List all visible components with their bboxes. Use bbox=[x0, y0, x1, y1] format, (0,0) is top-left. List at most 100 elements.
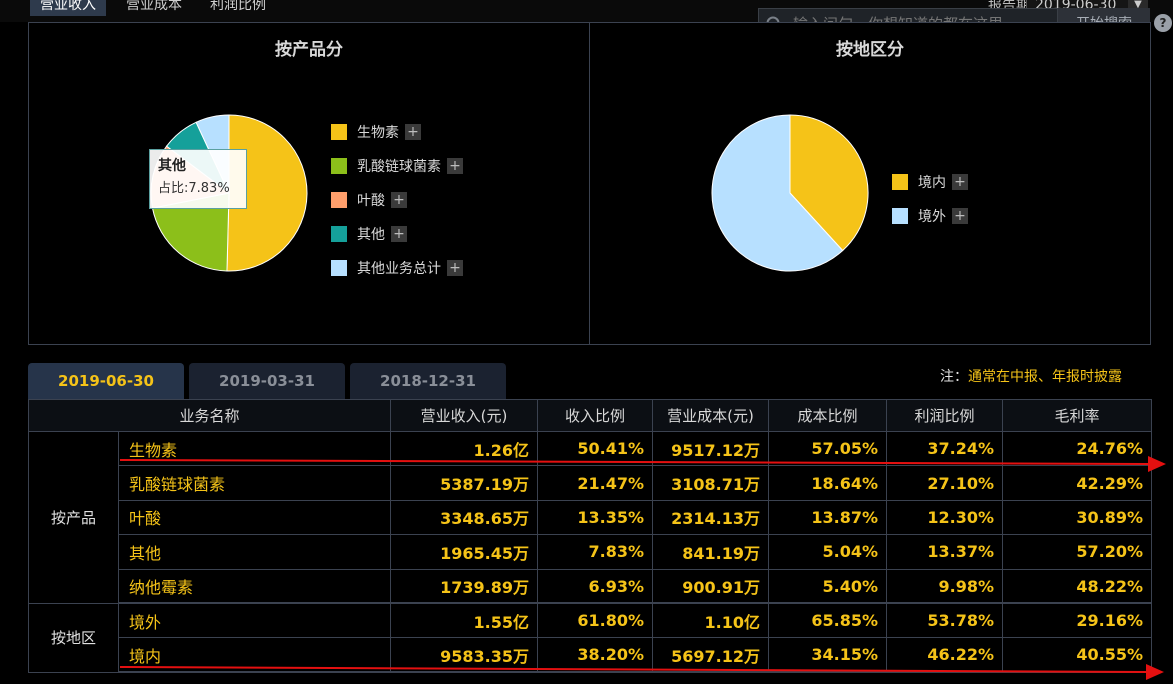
plus-icon[interactable]: + bbox=[405, 124, 421, 140]
legend-label: 叶酸 bbox=[357, 193, 385, 209]
value-cell: 7.83% bbox=[537, 534, 654, 570]
legend-item[interactable]: 境内 + bbox=[892, 165, 968, 199]
value-cell: 5697.12万 bbox=[652, 637, 770, 674]
table-row[interactable]: 乳酸链球菌素 5387.19万 21.47% 3108.71万 18.64% 27.10%… bbox=[29, 465, 1153, 501]
value-cell: 3108.71万 bbox=[652, 465, 770, 501]
value-cell: 9.98% bbox=[886, 568, 1004, 605]
business-name-cell[interactable]: 生物素 bbox=[117, 430, 392, 467]
header-revenue[interactable]: 营业收入(元) bbox=[390, 399, 539, 432]
business-name-cell[interactable]: 叶酸 bbox=[117, 499, 392, 536]
value-cell: 29.16% bbox=[1002, 602, 1153, 639]
product-chart-panel: 按产品分 生物素 + 乳酸链球菌素 + 叶酸 + 其他 + 其他业务总计 + 其他 占比:7.83… bbox=[28, 22, 590, 345]
legend-label: 其他业务总计 bbox=[357, 261, 441, 277]
legend-swatch bbox=[892, 174, 908, 190]
business-table: 业务名称 营业收入(元) 收入比例 营业成本(元) 成本比例 利润比例 毛利率 … bbox=[27, 399, 1153, 674]
value-cell: 1739.89万 bbox=[390, 568, 539, 605]
value-cell: 12.30% bbox=[886, 499, 1004, 536]
region-chart-title: 按地区分 bbox=[836, 40, 904, 60]
value-cell: 5387.19万 bbox=[390, 465, 539, 501]
product-chart-title: 按产品分 bbox=[275, 40, 343, 60]
legend-item[interactable]: 生物素 + bbox=[331, 115, 463, 149]
table-header-row: 业务名称 营业收入(元) 收入比例 营业成本(元) 成本比例 利润比例 毛利率 bbox=[27, 399, 1153, 432]
plus-icon[interactable]: + bbox=[447, 158, 463, 174]
legend-item[interactable]: 其他业务总计 + bbox=[331, 251, 463, 285]
value-cell: 9583.35万 bbox=[390, 637, 539, 674]
help-icon[interactable]: ? bbox=[1154, 14, 1172, 32]
plus-icon[interactable]: + bbox=[447, 260, 463, 276]
legend-swatch bbox=[331, 192, 347, 208]
header-revenue-ratio[interactable]: 收入比例 bbox=[537, 399, 654, 432]
business-name-cell[interactable]: 乳酸链球菌素 bbox=[117, 465, 392, 501]
business-name-cell[interactable]: 境内 bbox=[117, 637, 392, 674]
table-row[interactable]: 其他 1965.45万 7.83% 841.19万 5.04% 13.37% 57.20% bbox=[29, 534, 1153, 570]
tooltip-value: 占比:7.83% bbox=[158, 181, 230, 196]
region-chart-panel: 按地区分 境内 + 境外 + bbox=[589, 22, 1151, 345]
value-cell: 1.10亿 bbox=[652, 602, 770, 639]
plus-icon[interactable]: + bbox=[391, 192, 407, 208]
plus-icon[interactable]: + bbox=[952, 174, 968, 190]
value-cell: 13.37% bbox=[886, 534, 1004, 570]
date-tab-2019-03-31[interactable]: 2019-03-31 bbox=[189, 363, 345, 399]
group-label: 按产品 bbox=[28, 431, 119, 604]
header-cost[interactable]: 营业成本(元) bbox=[652, 399, 770, 432]
date-tab-2018-12-31[interactable]: 2018-12-31 bbox=[350, 363, 506, 399]
note-text: 通常在中报、年报时披露 bbox=[968, 369, 1122, 385]
legend-label: 乳酸链球菌素 bbox=[357, 159, 441, 175]
table-row[interactable]: 按地区 境外 1.55亿 61.80% 1.10亿 65.85% 53.78% 29.16% bbox=[28, 602, 1153, 673]
header-cost-ratio[interactable]: 成本比例 bbox=[768, 399, 888, 432]
value-cell: 48.22% bbox=[1002, 568, 1153, 605]
note-prefix: 注： bbox=[940, 369, 968, 385]
product-legend: 生物素 + 乳酸链球菌素 + 叶酸 + 其他 + 其他业务总计 + bbox=[331, 115, 463, 285]
legend-item[interactable]: 乳酸链球菌素 + bbox=[331, 149, 463, 183]
table-row[interactable]: 叶酸 3348.65万 13.35% 2314.13万 13.87% 12.30% 30.8… bbox=[29, 499, 1153, 536]
legend-swatch bbox=[331, 226, 347, 242]
value-cell: 1965.45万 bbox=[390, 534, 539, 570]
value-cell: 21.47% bbox=[537, 465, 654, 501]
business-name-cell[interactable]: 纳他霉素 bbox=[117, 568, 392, 605]
value-cell: 24.76% bbox=[1002, 430, 1153, 467]
header-business-name[interactable]: 业务名称 bbox=[27, 399, 392, 432]
legend-label: 其他 bbox=[357, 227, 385, 243]
tab-profit-ratio[interactable]: 利润比例 bbox=[200, 0, 276, 16]
legend-swatch bbox=[892, 208, 908, 224]
value-cell: 13.35% bbox=[537, 499, 654, 536]
value-cell: 2314.13万 bbox=[652, 499, 770, 536]
table-row[interactable]: 境内 9583.35万 38.20% 5697.12万 34.15% 46.22% 40.5… bbox=[29, 637, 1153, 674]
tab-cost[interactable]: 营业成本 bbox=[116, 0, 192, 16]
pie-tooltip: 其他 占比:7.83% bbox=[149, 149, 247, 209]
value-cell: 53.78% bbox=[886, 602, 1004, 639]
plus-icon[interactable]: + bbox=[391, 226, 407, 242]
business-name-cell[interactable]: 境外 bbox=[117, 602, 392, 639]
legend-item[interactable]: 叶酸 + bbox=[331, 183, 463, 217]
value-cell: 30.89% bbox=[1002, 499, 1153, 536]
value-cell: 50.41% bbox=[537, 430, 654, 467]
value-cell: 900.91万 bbox=[652, 568, 770, 605]
table-row[interactable]: 纳他霉素 1739.89万 6.93% 900.91万 5.40% 9.98% 48.22% bbox=[29, 568, 1153, 605]
legend-item[interactable]: 其他 + bbox=[331, 217, 463, 251]
value-cell: 3348.65万 bbox=[390, 499, 539, 536]
legend-label: 境内 bbox=[918, 175, 946, 191]
value-cell: 5.04% bbox=[768, 534, 888, 570]
legend-item[interactable]: 境外 + bbox=[892, 199, 968, 233]
value-cell: 841.19万 bbox=[652, 534, 770, 570]
value-cell: 1.55亿 bbox=[390, 602, 539, 639]
value-cell: 6.93% bbox=[537, 568, 654, 605]
header-gross-margin[interactable]: 毛利率 bbox=[1002, 399, 1153, 432]
region-pie-chart[interactable] bbox=[708, 111, 872, 275]
plus-icon[interactable]: + bbox=[952, 208, 968, 224]
value-cell: 27.10% bbox=[886, 465, 1004, 501]
value-cell: 34.15% bbox=[768, 637, 888, 674]
legend-label: 生物素 bbox=[357, 125, 399, 141]
value-cell: 46.22% bbox=[886, 637, 1004, 674]
header-profit-ratio[interactable]: 利润比例 bbox=[886, 399, 1004, 432]
legend-swatch bbox=[331, 158, 347, 174]
tooltip-title: 其他 bbox=[158, 158, 186, 174]
region-legend: 境内 + 境外 + bbox=[892, 165, 968, 233]
tab-revenue[interactable]: 营业收入 bbox=[30, 0, 106, 16]
value-cell: 42.29% bbox=[1002, 465, 1153, 501]
business-name-cell[interactable]: 其他 bbox=[117, 534, 392, 570]
value-cell: 61.80% bbox=[537, 602, 654, 639]
table-row[interactable]: 按产品 生物素 1.26亿 50.41% 9517.12万 57.05% 37.24% 24.… bbox=[28, 430, 1153, 604]
legend-label: 境外 bbox=[918, 209, 946, 225]
date-tab-2019-06-30[interactable]: 2019-06-30 bbox=[28, 363, 184, 399]
